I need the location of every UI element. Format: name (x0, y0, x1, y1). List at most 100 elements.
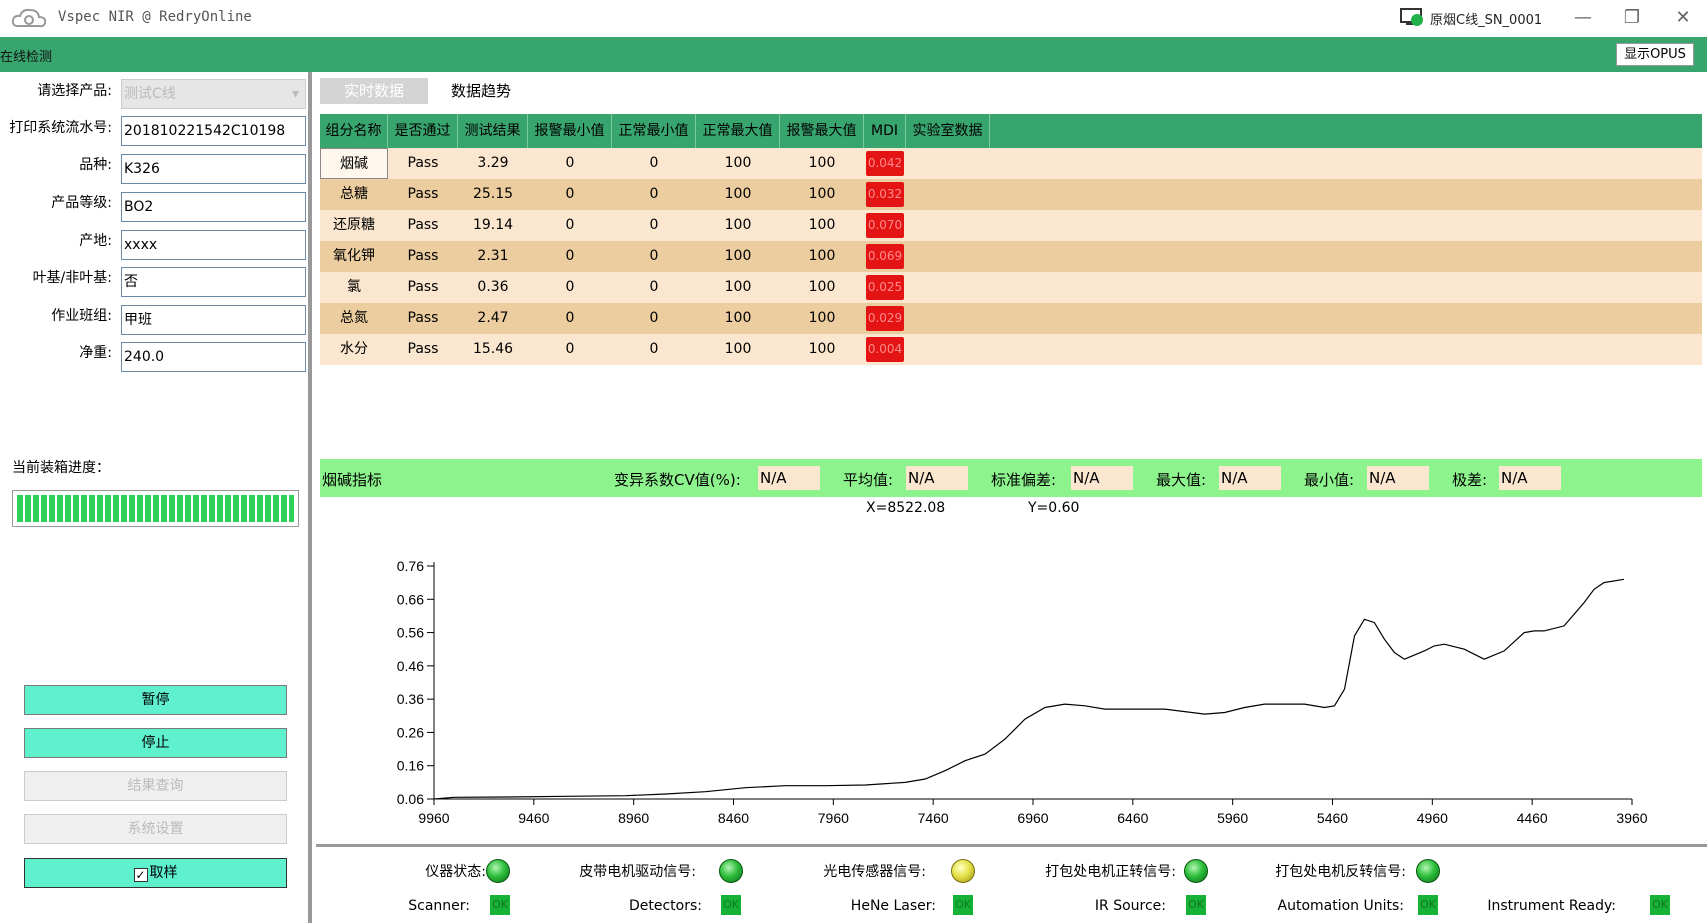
cell-normal-max: 100 (724, 310, 752, 326)
close-icon[interactable]: ✕ (1668, 6, 1698, 30)
product-select[interactable]: 测试C线 ▾ (121, 79, 306, 109)
column-header[interactable]: 实验室数据 (906, 114, 990, 148)
x-tick-label: 7460 (918, 810, 949, 826)
variety-field[interactable]: K326 (121, 154, 306, 184)
cell-alarm-max: 100 (808, 310, 836, 326)
x-tick-label: 4460 (1517, 810, 1548, 826)
photo-sensor-label: 光电传感器信号: (823, 864, 926, 880)
cell-alarm-max: 100 (808, 341, 836, 357)
grade-field[interactable]: BO2 (121, 192, 306, 222)
serial-field[interactable]: 201810221542C10198 (121, 116, 306, 146)
y-tick-label: 0.36 (397, 691, 424, 707)
cell-pass: Pass (407, 186, 439, 202)
system-settings-button[interactable]: 系统设置 (24, 814, 287, 844)
column-header[interactable]: 正常最大值 (696, 114, 780, 148)
table-row[interactable]: 氯 Pass 0.36 0 0 100 100 0.025 (320, 272, 1702, 303)
cell-lab (906, 303, 990, 334)
cell-alarm-min: 0 (565, 155, 575, 171)
product-value: 测试C线 (124, 86, 176, 102)
cell-result: 3.29 (477, 155, 509, 171)
pause-button[interactable]: 暂停 (24, 685, 287, 715)
y-tick-label: 0.46 (397, 658, 424, 674)
show-opus-button[interactable]: 显示OPUS (1616, 43, 1694, 66)
cell-name: 总氮 (340, 310, 368, 326)
window-title: Vspec NIR @ RedryOnline (58, 9, 252, 25)
chevron-down-icon: ▾ (291, 86, 299, 102)
instrument-ready-ok-indicator: OK (1650, 895, 1670, 915)
cell-alarm-max: 100 (808, 248, 836, 264)
ir-source-ok-indicator: OK (1186, 895, 1206, 915)
cell-normal-min: 0 (649, 341, 659, 357)
max-label: 最大值: (1156, 471, 1207, 489)
cell-result: 0.36 (477, 279, 509, 295)
column-header[interactable]: MDI (864, 114, 906, 148)
cell-lab (906, 241, 990, 272)
shift-field[interactable]: 甲班 (121, 305, 306, 335)
x-tick-label: 3960 (1616, 810, 1647, 826)
grade-label: 产品等级: (51, 195, 112, 211)
spectrum-chart[interactable]: 0.76 0.66 0.56 0.46 0.36 0.26 0.16 0.06 9960 9460… (320, 520, 1702, 842)
table-header: 组分名称 是否通过 测试结果 报警最小值 正常最小值 正常最大值 报警最大值 MDI 实验室数据 (320, 114, 1702, 148)
x-tick-label: 9460 (518, 810, 549, 826)
table-row[interactable]: 总氮 Pass 2.47 0 0 100 100 0.029 (320, 303, 1702, 334)
tab-realtime[interactable]: 实时数据 (320, 78, 428, 104)
cell-alarm-max: 100 (808, 155, 836, 171)
cell-result: 2.47 (477, 310, 509, 326)
instrument-ready-label: Instrument Ready: (1487, 898, 1616, 914)
cell-normal-max: 100 (724, 279, 752, 295)
cell-name: 烟碱 (320, 148, 388, 179)
cell-name: 氧化钾 (333, 248, 375, 264)
column-header[interactable]: 测试结果 (458, 114, 528, 148)
table-row[interactable]: 烟碱 Pass 3.29 0 0 100 100 0.042 (320, 148, 1702, 179)
table-row[interactable]: 还原糖 Pass 19.14 0 0 100 100 0.070 (320, 210, 1702, 241)
restore-icon[interactable]: ❐ (1617, 6, 1647, 30)
cell-alarm-min: 0 (565, 186, 575, 202)
cell-alarm-max: 100 (808, 279, 836, 295)
cell-normal-max: 100 (724, 341, 752, 357)
cell-normal-min: 0 (649, 248, 659, 264)
column-header[interactable]: 报警最小值 (528, 114, 612, 148)
column-header[interactable]: 正常最小值 (612, 114, 696, 148)
laser-ok-indicator: OK (953, 895, 973, 915)
photo-sensor-led (951, 859, 975, 883)
y-tick-label: 0.56 (397, 625, 424, 641)
x-tick-label: 5460 (1317, 810, 1348, 826)
left-panel: 请选择产品: 测试C线 ▾ 打印系统流水号: 201810221542C1019… (0, 72, 312, 923)
main-panel: 实时数据 数据趋势 组分名称 是否通过 测试结果 报警最小值 正常最小值 正常最大值 报警最… (316, 72, 1707, 923)
cell-lab (906, 272, 990, 303)
cell-alarm-min: 0 (565, 248, 575, 264)
cell-normal-max: 100 (724, 217, 752, 233)
cell-normal-max: 100 (724, 248, 752, 264)
cell-normal-min: 0 (649, 217, 659, 233)
cursor-x-readout: X=8522.08 (866, 500, 946, 516)
cell-result: 19.14 (472, 217, 514, 233)
cell-lab (906, 210, 990, 241)
device-online-icon (1400, 8, 1423, 26)
column-header[interactable]: 组分名称 (320, 114, 388, 148)
cell-result: 15.46 (472, 341, 514, 357)
minimize-icon[interactable]: — (1568, 6, 1598, 30)
table-row[interactable]: 氧化钾 Pass 2.31 0 0 100 100 0.069 (320, 241, 1702, 272)
mdi-cell: 0.025 (866, 275, 904, 300)
leaf-field[interactable]: 否 (121, 267, 306, 297)
x-tick-label: 6960 (1017, 810, 1048, 826)
mean-label: 平均值: (843, 471, 894, 489)
laser-label: HeNe Laser: (850, 898, 936, 914)
weight-field[interactable]: 240.0 (121, 342, 306, 372)
detectors-label: Detectors: (628, 898, 702, 914)
cell-alarm-min: 0 (565, 217, 575, 233)
column-header[interactable]: 报警最大值 (780, 114, 864, 148)
cell-alarm-min: 0 (565, 279, 575, 295)
table-row[interactable]: 水分 Pass 15.46 0 0 100 100 0.004 (320, 334, 1702, 365)
cell-pass: Pass (407, 248, 439, 264)
cell-result: 25.15 (472, 186, 514, 202)
result-query-button[interactable]: 结果查询 (24, 771, 287, 801)
tab-trend[interactable]: 数据趋势 (436, 78, 526, 104)
product-label: 请选择产品: (37, 83, 112, 99)
column-header[interactable]: 是否通过 (388, 114, 458, 148)
sample-checkbox-button[interactable]: ✓ 取样 (24, 858, 287, 888)
pack-forward-led (1184, 859, 1208, 883)
stop-button[interactable]: 停止 (24, 728, 287, 758)
table-row[interactable]: 总糖 Pass 25.15 0 0 100 100 0.032 (320, 179, 1702, 210)
origin-field[interactable]: xxxx (121, 230, 306, 260)
